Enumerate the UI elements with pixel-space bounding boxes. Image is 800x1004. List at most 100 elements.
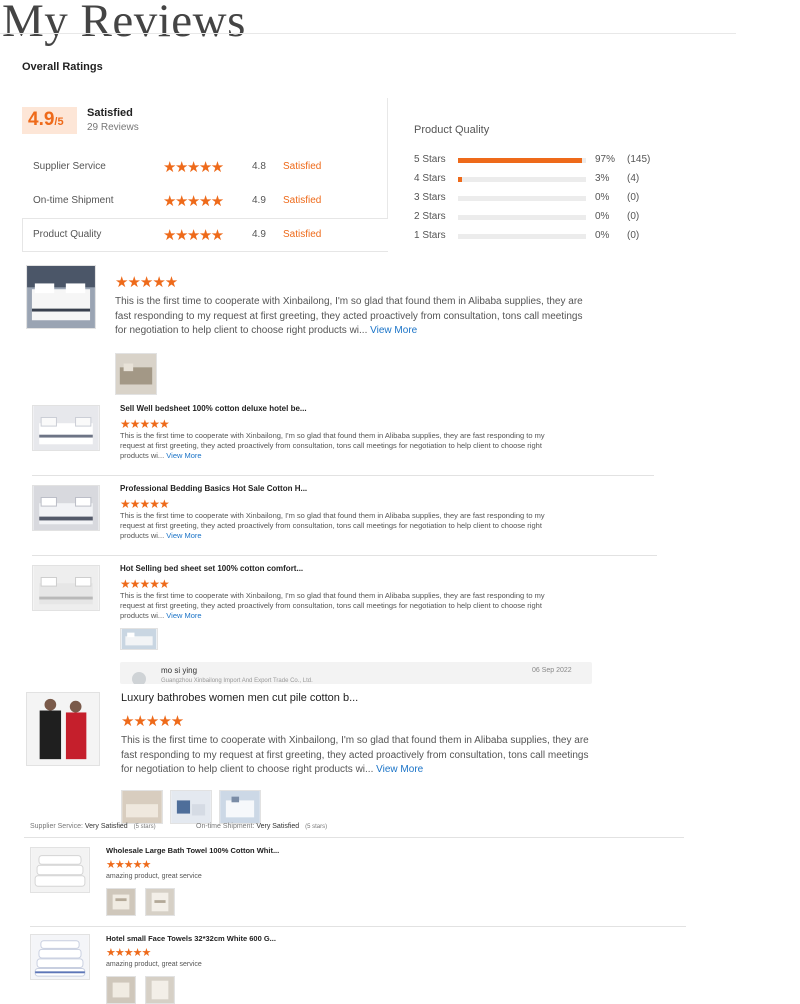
- meta-value: Very Satisfied: [256, 823, 300, 830]
- star-level-label: 2 Stars: [414, 211, 446, 222]
- photo-icon: [107, 977, 135, 1003]
- rating-distribution-row[interactable]: 3 Stars 0% (0): [414, 192, 674, 206]
- metric-satisfaction: Satisfied: [283, 161, 322, 172]
- metric-score: 4.8: [252, 161, 266, 172]
- rating-count: (0): [627, 211, 640, 222]
- rating-percent: 0%: [595, 230, 610, 241]
- metric-score: 4.9: [252, 195, 266, 206]
- photo-icon: [220, 791, 260, 823]
- star-rating-icon: ★★★★★: [163, 193, 224, 210]
- review-text: This is the first time to cooperate with…: [121, 734, 601, 778]
- review-text: This is the first time to cooperate with…: [120, 591, 570, 620]
- metric-score: 4.9: [252, 229, 266, 240]
- star-rating-icon: ★★★★★: [120, 577, 170, 591]
- metric-row-product-quality[interactable]: Product Quality ★★★★★ 4.9 Satisfied: [22, 218, 388, 252]
- product-quality-heading: Product Quality: [414, 124, 490, 136]
- overall-score-suffix: /5: [54, 116, 64, 128]
- rating-percent: 97%: [595, 154, 616, 165]
- metric-row-on-time-shipment[interactable]: On-time Shipment ★★★★★ 4.9 Satisfied: [22, 184, 388, 218]
- row-divider: [32, 555, 657, 556]
- photo-icon: [121, 629, 157, 649]
- review-photo[interactable]: [115, 353, 157, 395]
- row-divider: [30, 926, 686, 927]
- photo-icon: [146, 889, 174, 915]
- photo-icon: [146, 977, 174, 1003]
- product-title[interactable]: Professional Bedding Basics Hot Sale Cot…: [120, 484, 307, 493]
- rating-bar-track: [458, 196, 586, 201]
- view-more-link[interactable]: View More: [370, 325, 417, 336]
- product-title[interactable]: Wholesale Large Bath Towel 100% Cotton W…: [106, 846, 279, 855]
- photo-icon: [107, 889, 135, 915]
- star-rating-icon: ★★★★★: [115, 274, 178, 291]
- reply-date: 06 Sep 2022: [532, 667, 572, 674]
- avatar: [132, 672, 146, 684]
- rating-percent: 0%: [595, 192, 610, 203]
- product-thumbnail[interactable]: [32, 565, 100, 611]
- review-text: amazing product, great service: [106, 873, 202, 880]
- reviews-count: 29 Reviews: [87, 122, 139, 133]
- overall-score: 4.9: [28, 109, 55, 130]
- bed-image-icon: [33, 566, 99, 610]
- product-title[interactable]: Hot Selling bed sheet set 100% cotton co…: [120, 564, 303, 573]
- star-rating-icon: ★★★★★: [120, 497, 170, 511]
- product-title[interactable]: Sell Well bedsheet 100% cotton deluxe ho…: [120, 404, 307, 413]
- rating-percent: 3%: [595, 173, 610, 184]
- star-level-label: 5 Stars: [414, 154, 446, 165]
- rating-count: (0): [627, 230, 640, 241]
- star-rating-icon: ★★★★★: [106, 947, 151, 959]
- metric-satisfaction: Satisfied: [283, 195, 322, 206]
- rating-bar-track: [458, 177, 586, 182]
- title-divider: [0, 33, 736, 34]
- review-text: amazing product, great service: [106, 961, 202, 968]
- meta-label: On-time Shipment:: [196, 823, 255, 830]
- star-rating-icon: ★★★★★: [163, 159, 224, 176]
- review-text: This is the first time to cooperate with…: [120, 511, 570, 540]
- review-photo[interactable]: [219, 790, 261, 824]
- product-title[interactable]: Luxury bathrobes women men cut pile cott…: [121, 692, 358, 704]
- metric-label: On-time Shipment: [33, 195, 114, 206]
- review-photo[interactable]: [121, 790, 163, 824]
- metric-satisfaction: Satisfied: [283, 229, 322, 240]
- star-level-label: 4 Stars: [414, 173, 446, 184]
- row-divider: [24, 837, 684, 838]
- product-thumbnail[interactable]: [26, 265, 96, 329]
- review-photo[interactable]: [120, 628, 158, 650]
- shipment-meta: On-time Shipment: Very Satisfied (5 star…: [196, 823, 327, 830]
- view-more-link[interactable]: View More: [166, 611, 201, 620]
- bed-image-icon: [33, 406, 99, 450]
- product-thumbnail[interactable]: [30, 847, 90, 893]
- section-divider: [387, 98, 388, 218]
- meta-label: Supplier Service:: [30, 823, 83, 830]
- star-rating-icon: ★★★★★: [163, 227, 224, 244]
- review-photo[interactable]: [106, 888, 136, 916]
- photo-icon: [116, 354, 156, 394]
- supplier-service-meta: Supplier Service: Very Satisfied (5 star…: [30, 823, 156, 830]
- metric-row-supplier-service[interactable]: Supplier Service ★★★★★ 4.8 Satisfied: [22, 150, 388, 184]
- rating-distribution-row[interactable]: 2 Stars 0% (0): [414, 211, 674, 225]
- rating-distribution-row[interactable]: 4 Stars 3% (4): [414, 173, 674, 187]
- star-level-label: 1 Stars: [414, 230, 446, 241]
- rating-distribution-row[interactable]: 5 Stars 97% (145): [414, 154, 674, 168]
- review-photo[interactable]: [145, 888, 175, 916]
- rating-distribution-row[interactable]: 1 Stars 0% (0): [414, 230, 674, 244]
- view-more-link[interactable]: View More: [376, 764, 423, 775]
- meta-stars: (5 stars): [305, 824, 328, 830]
- star-level-label: 3 Stars: [414, 192, 446, 203]
- product-thumbnail[interactable]: [30, 934, 90, 980]
- product-thumbnail[interactable]: [32, 485, 100, 531]
- review-text: This is the first time to cooperate with…: [115, 295, 585, 339]
- bed-image-icon: [27, 266, 95, 328]
- product-thumbnail[interactable]: [26, 692, 100, 766]
- photo-icon: [122, 791, 162, 823]
- photo-icon: [171, 791, 211, 823]
- rating-count: (0): [627, 192, 640, 203]
- metric-label: Product Quality: [33, 229, 102, 240]
- view-more-link[interactable]: View More: [166, 531, 201, 540]
- overall-ratings-heading: Overall Ratings: [22, 61, 103, 73]
- product-title[interactable]: Hotel small Face Towels 32*32cm White 60…: [106, 934, 276, 943]
- bed-image-icon: [33, 486, 99, 530]
- view-more-link[interactable]: View More: [166, 451, 201, 460]
- review-photo[interactable]: [170, 790, 212, 824]
- review-body: This is the first time to cooperate with…: [115, 296, 583, 336]
- product-thumbnail[interactable]: [32, 405, 100, 451]
